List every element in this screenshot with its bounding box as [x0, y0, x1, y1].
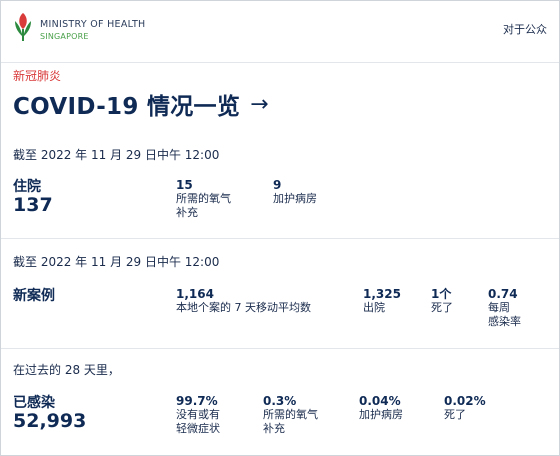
stat-value: 0.3% — [263, 394, 297, 408]
stat-label: 死了 — [431, 301, 453, 314]
stat-value: 0.74 — [488, 287, 518, 301]
stat-value: 1,325 — [363, 287, 401, 301]
stat-value: 99.7% — [176, 394, 218, 408]
stat-value: 1,164 — [176, 287, 214, 301]
for-public-link[interactable]: 对于公众 — [503, 21, 547, 37]
page-title-row: COVID-19 情况一览 → — [13, 87, 269, 121]
cases-stat-discharged: 1,325 出院 — [363, 287, 401, 315]
org-subtitle: SINGAPORE — [40, 32, 89, 41]
stat-label: 所需的氧气 — [176, 192, 231, 205]
infected-stat-deaths: 0.02% 死了 — [444, 394, 486, 422]
moh-logo-icon — [15, 13, 31, 41]
stat-label: 轻微症状 — [176, 422, 220, 435]
stat-value: 15 — [176, 178, 193, 192]
arrow-right-icon[interactable]: → — [250, 92, 268, 117]
hospital-stat-oxygen: 15 所需的氧气 补充 — [176, 178, 231, 220]
dashboard-card: MINISTRY OF HEALTH SINGAPORE 对于公众 新冠肺炎 C… — [0, 0, 560, 456]
stat-value: 9 — [273, 178, 282, 192]
stat-label: 本地个案的 7 天移动平均数 — [176, 301, 311, 314]
stat-label: 所需的氧气 — [263, 408, 318, 421]
stat-label: 加护病房 — [273, 192, 317, 205]
stat-value: 0.02% — [444, 394, 486, 408]
hospital-stat-icu: 9 加护病房 — [273, 178, 317, 206]
infected-label: 已感染 — [13, 395, 55, 411]
infected-stat-oxygen: 0.3% 所需的氧气 补充 — [263, 394, 318, 436]
new-cases-label: 新案例 — [13, 288, 55, 304]
stat-label: 加护病房 — [359, 408, 403, 421]
infected-stat-icu: 0.04% 加护病房 — [359, 394, 403, 422]
stat-value: 1个 — [431, 287, 452, 301]
stat-label: 没有或有 — [176, 408, 220, 421]
infected-period: 在过去的 28 天里， — [13, 363, 120, 377]
stat-value: 0.04% — [359, 394, 401, 408]
stat-label: 每周 — [488, 301, 510, 314]
cases-stat-7day-avg: 1,164 本地个案的 7 天移动平均数 — [176, 287, 311, 315]
hospital-asof: 截至 2022 年 11 月 29 日中午 12:00 — [13, 148, 220, 162]
stat-label: 死了 — [444, 408, 466, 421]
stat-label: 感染率 — [488, 315, 521, 328]
stat-label: 补充 — [263, 422, 285, 435]
cases-stat-infection-rate: 0.74 每周 感染率 — [488, 287, 521, 329]
section-divider — [1, 238, 559, 239]
hospital-value: 137 — [13, 194, 53, 216]
infected-value: 52,993 — [13, 410, 87, 432]
hospital-label: 住院 — [13, 179, 41, 195]
org-name: MINISTRY OF HEALTH — [40, 19, 146, 30]
stat-label: 补充 — [176, 206, 198, 219]
infected-stat-mild: 99.7% 没有或有 轻微症状 — [176, 394, 220, 436]
cases-asof: 截至 2022 年 11 月 29 日中午 12:00 — [13, 255, 220, 269]
section-divider — [1, 348, 559, 349]
page-title: COVID-19 情况一览 — [13, 94, 241, 120]
site-header: MINISTRY OF HEALTH SINGAPORE 对于公众 — [1, 1, 559, 63]
eyebrow-label: 新冠肺炎 — [13, 69, 62, 83]
cases-stat-deaths: 1个 死了 — [431, 287, 453, 315]
stat-label: 出院 — [363, 301, 385, 314]
